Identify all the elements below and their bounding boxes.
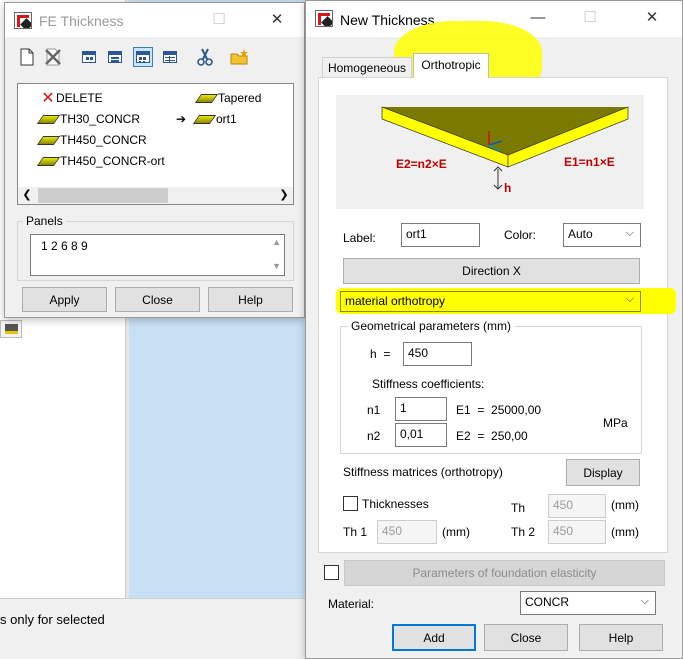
background-tool-icon[interactable] — [0, 320, 22, 338]
color-caption: Color: — [504, 228, 537, 242]
close-icon[interactable]: ✕ — [265, 9, 289, 31]
tab-orthotropic[interactable]: Orthotropic — [413, 53, 489, 78]
list-item-delete[interactable]: ✕DELETE — [40, 89, 102, 107]
background-status-note: s only for selected — [0, 612, 105, 627]
plate-icon — [36, 157, 61, 167]
chevron-down-icon: ⌵ — [625, 227, 634, 239]
app-icon — [14, 12, 32, 29]
matrices-caption: Stiffness matrices (orthotropy) — [343, 465, 503, 479]
mpa-unit: MPa — [603, 416, 628, 430]
scroll-down-icon[interactable]: ▼ — [272, 261, 281, 271]
e2-value: E2 = 250,00 — [456, 429, 528, 443]
plate-icon — [194, 94, 219, 104]
e1-value: E1 = 25000,00 — [456, 403, 542, 417]
list-item-th30[interactable]: TH30_CONCR — [36, 111, 140, 127]
th1-input[interactable]: 450 — [377, 520, 437, 544]
maximize-icon[interactable]: ☐ — [578, 7, 602, 29]
help-button[interactable]: Help — [208, 287, 293, 312]
window-title: FE Thickness — [39, 13, 124, 29]
n2-input[interactable]: 0,01 — [395, 423, 447, 447]
close-button[interactable]: Close — [484, 624, 568, 651]
cut-icon[interactable] — [195, 47, 215, 67]
th-caption: Th — [511, 501, 526, 515]
th2-unit: (mm) — [611, 525, 639, 539]
material-caption: Material: — [328, 597, 375, 611]
open-folder-icon[interactable] — [229, 47, 249, 67]
current-arrow-icon: ➔ — [176, 112, 187, 126]
maximize-icon[interactable]: ☐ — [207, 9, 231, 31]
color-value: Auto — [568, 227, 593, 241]
label-input[interactable]: ort1 — [401, 223, 480, 247]
th1-caption: Th 1 — [343, 525, 368, 539]
add-button[interactable]: Add — [392, 624, 476, 651]
plate-icon — [192, 115, 217, 125]
chevron-down-icon: ⌵ — [625, 293, 634, 305]
panels-label: Panels — [23, 214, 66, 228]
tab-homogeneous[interactable]: Homogeneous — [322, 57, 412, 77]
scroll-right-icon[interactable]: ❯ — [277, 188, 291, 201]
e1-label: E1=n1×E — [564, 155, 615, 169]
orthotropic-plate-diagram: E2=n2×E E1=n1×E h — [336, 95, 644, 209]
scrollbar-thumb[interactable] — [38, 188, 168, 203]
plate-icon — [36, 115, 61, 125]
app-icon — [315, 10, 333, 27]
th2-caption: Th 2 — [511, 525, 536, 539]
view-list-icon[interactable] — [105, 47, 125, 67]
thickness-list[interactable]: ✕DELETE TH30_CONCR TH450_CONCR TH450_CON… — [17, 83, 294, 205]
thicknesses-checkbox[interactable] — [343, 496, 358, 511]
material-select[interactable]: CONCR ⌵ — [520, 591, 656, 615]
plate-icon — [36, 136, 61, 146]
panels-input[interactable]: 1 2 6 8 9 ▲ ▼ — [30, 234, 285, 276]
minimize-icon[interactable]: — — [526, 7, 550, 29]
n1-caption: n1 — [367, 403, 381, 417]
th-input[interactable]: 450 — [548, 494, 606, 518]
close-icon[interactable]: ✕ — [640, 7, 664, 29]
view-large-icon[interactable] — [133, 47, 153, 67]
foundation-parameters-button[interactable]: Parameters of foundation elasticity — [344, 560, 665, 586]
h-input[interactable]: 450 — [403, 342, 472, 366]
new-icon[interactable] — [17, 47, 37, 67]
thicknesses-caption: Thicknesses — [362, 497, 429, 511]
display-button[interactable]: Display — [566, 459, 640, 486]
list-horizontal-scrollbar[interactable]: ❮ ❯ — [18, 187, 293, 204]
apply-button[interactable]: Apply — [22, 287, 107, 312]
help-button[interactable]: Help — [579, 624, 663, 651]
label-caption: Label: — [343, 231, 376, 245]
chevron-down-icon: ⌵ — [640, 595, 649, 607]
list-item-tapered[interactable]: Tapered — [194, 90, 261, 106]
n1-input[interactable]: 1 — [395, 397, 447, 421]
delete-x-icon: ✕ — [41, 89, 55, 107]
fe-thickness-window: FE Thickness ☐ ✕ ✕DELETE TH30_CONCR TH45… — [4, 2, 305, 318]
list-item-ort1[interactable]: ➔ ort1 — [176, 111, 237, 127]
direction-x-button[interactable]: Direction X — [343, 258, 640, 284]
th2-input[interactable]: 450 — [548, 520, 606, 544]
new-thickness-window: New Thickness — ☐ ✕ Homogeneous Orthotro… — [305, 0, 683, 659]
foundation-checkbox[interactable] — [324, 565, 339, 580]
panels-value: 1 2 6 8 9 — [41, 239, 88, 253]
delete-icon[interactable] — [43, 47, 63, 67]
list-item-th450-ort[interactable]: TH450_CONCR-ort — [36, 153, 165, 169]
material-value: CONCR — [525, 595, 569, 609]
h-caption: h = — [370, 347, 391, 361]
e2-label: E2=n2×E — [396, 157, 447, 171]
type-select[interactable]: material orthotropy ⌵ — [340, 291, 641, 312]
th1-unit: (mm) — [442, 525, 470, 539]
scroll-up-icon[interactable]: ▲ — [272, 237, 281, 247]
view-details-icon[interactable] — [160, 47, 180, 67]
geometry-group-label: Geometrical parameters (mm) — [348, 319, 515, 333]
n2-caption: n2 — [367, 429, 381, 443]
h-label: h — [504, 181, 512, 195]
fe-titlebar[interactable]: FE Thickness ☐ ✕ — [5, 3, 304, 37]
scroll-left-icon[interactable]: ❮ — [20, 188, 34, 201]
color-select[interactable]: Auto ⌵ — [563, 223, 641, 247]
th-unit: (mm) — [611, 498, 639, 512]
close-button[interactable]: Close — [115, 287, 200, 312]
stiffness-caption: Stiffness coefficients: — [372, 377, 485, 391]
view-small-icon[interactable] — [79, 47, 99, 67]
background-status-area — [0, 598, 305, 659]
type-value: material orthotropy — [345, 294, 446, 308]
list-item-th450[interactable]: TH450_CONCR — [36, 132, 147, 148]
